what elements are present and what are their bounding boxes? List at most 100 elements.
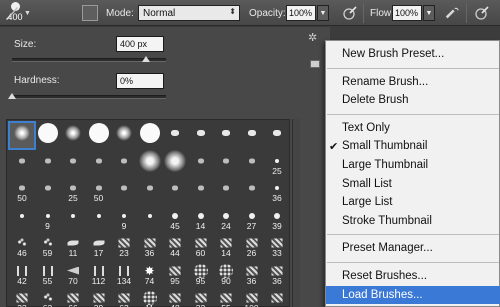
menu-item-new-brush-preset[interactable]: New Brush Preset...	[326, 45, 500, 63]
size-field[interactable]: 400 px	[116, 36, 164, 52]
brush-preset-tile[interactable]	[8, 121, 36, 150]
brush-preset-tile[interactable]: 9	[36, 206, 60, 231]
brush-preset-tile[interactable]: 46	[10, 233, 34, 258]
menu-item-large-list[interactable]: Large List	[326, 193, 500, 211]
brush-preset-tile[interactable]: 17	[87, 233, 111, 258]
brush-preset-tile[interactable]	[87, 206, 111, 231]
brush-preset-tile[interactable]: 66	[61, 288, 85, 307]
brush-preset-tile[interactable]	[138, 149, 162, 176]
brush-preset-tile[interactable]: 23	[112, 233, 136, 258]
brush-preset-tile[interactable]	[112, 123, 136, 148]
opacity-input[interactable]: 100%	[286, 5, 316, 21]
brush-preset-tile[interactable]: 55	[214, 288, 238, 307]
brush-preset-tile[interactable]	[61, 206, 85, 231]
brush-grid-scrollbar[interactable]	[292, 119, 300, 307]
pressure-size-icon[interactable]	[474, 0, 490, 26]
brush-preset-tile[interactable]: 45	[163, 206, 187, 231]
brush-preset-tile[interactable]	[214, 123, 238, 148]
mode-select[interactable]: Normal ⬍	[138, 5, 240, 21]
menu-item-small-list[interactable]: Small List	[326, 175, 500, 193]
brush-preset-tile[interactable]	[265, 288, 289, 307]
brush-preset-tile[interactable]: 36	[265, 178, 289, 203]
brush-preset-tile[interactable]: 26	[240, 233, 264, 258]
opacity-dropdown-button[interactable]: ▼	[317, 5, 329, 21]
brush-preset-tile[interactable]	[240, 151, 264, 176]
brush-preset-tile[interactable]	[112, 178, 136, 203]
brush-preset-tile[interactable]: 60	[189, 233, 213, 258]
brush-preset-tile[interactable]: 63	[112, 288, 136, 307]
gear-icon[interactable]: ✲	[308, 31, 317, 44]
brush-preset-tile[interactable]	[214, 151, 238, 176]
hardness-field[interactable]: 0%	[116, 73, 164, 89]
menu-item-large-thumbnail[interactable]: Large Thumbnail	[326, 156, 500, 174]
brush-preset-tile[interactable]: 24	[214, 206, 238, 231]
brush-preset-tile[interactable]: 39	[87, 288, 111, 307]
menu-item-small-thumbnail[interactable]: ✔ Small Thumbnail	[326, 137, 500, 155]
brush-preset-tile[interactable]: 55	[36, 261, 60, 286]
brush-preset-tile[interactable]	[138, 123, 162, 148]
brush-preset-tile[interactable]: 9	[112, 206, 136, 231]
flow-input[interactable]: 100%	[392, 5, 422, 21]
brush-preset-tile[interactable]: 100	[240, 288, 264, 307]
brush-preset-tile[interactable]: 27	[240, 206, 264, 231]
brush-preset-tile[interactable]: 36	[138, 233, 162, 258]
menu-item-reset-brushes[interactable]: Reset Brushes...	[326, 267, 500, 285]
brush-preset-tile[interactable]	[87, 123, 111, 148]
brush-preset-tile[interactable]	[36, 151, 60, 176]
menu-item-delete-brush[interactable]: Delete Brush	[326, 91, 500, 109]
brush-preset-tile[interactable]: 63	[36, 288, 60, 307]
brush-preset-tile[interactable]	[10, 206, 34, 231]
brush-preset-tile[interactable]	[189, 123, 213, 148]
tool-preset-chevron-down-icon[interactable]: ▼	[24, 0, 31, 26]
airbrush-icon[interactable]	[444, 0, 460, 26]
brush-preset-tile[interactable]: 112	[87, 261, 111, 286]
brush-preset-tile[interactable]	[10, 151, 34, 176]
brush-preset-tile[interactable]	[36, 123, 60, 148]
brush-preset-tile[interactable]	[189, 178, 213, 203]
size-slider-thumb[interactable]	[141, 56, 150, 62]
hardness-slider-thumb[interactable]	[8, 93, 16, 99]
brush-preset-tile[interactable]: 33	[10, 288, 34, 307]
brush-preset-tile[interactable]	[61, 123, 85, 148]
brush-preset-tile[interactable]: 36	[265, 261, 289, 286]
brush-preset-tile[interactable]	[163, 123, 187, 148]
brush-preset-tile[interactable]	[112, 151, 136, 176]
brush-preset-tile[interactable]	[61, 151, 85, 176]
brush-preset-tile[interactable]	[163, 178, 187, 203]
brush-preset-tile[interactable]: 25	[265, 151, 289, 176]
brush-preset-tile[interactable]	[36, 178, 60, 203]
brush-preset-tile[interactable]: 44	[163, 233, 187, 258]
brush-preset-tile[interactable]: 48	[163, 288, 187, 307]
brush-preset-tile[interactable]	[240, 123, 264, 148]
brush-preset-tile[interactable]: 70	[61, 261, 85, 286]
brush-preset-tile[interactable]: 90	[214, 261, 238, 286]
brush-preset-tile[interactable]: 50	[10, 178, 34, 203]
brush-preset-tile[interactable]: 14	[189, 206, 213, 231]
brush-preset-tile[interactable]	[189, 151, 213, 176]
flow-dropdown-button[interactable]: ▼	[423, 5, 435, 21]
menu-item-preset-manager[interactable]: Preset Manager...	[326, 239, 500, 257]
brush-preset-tile[interactable]	[265, 123, 289, 148]
brush-preset-tile[interactable]: ✸ 74	[138, 261, 162, 286]
brush-preset-tile[interactable]	[138, 178, 162, 203]
menu-item-stroke-thumbnail[interactable]: Stroke Thumbnail	[326, 212, 500, 230]
brush-preset-tile[interactable]: 11	[61, 233, 85, 258]
menu-item-load-brushes[interactable]: Load Brushes...	[326, 285, 500, 304]
brush-tool-icon[interactable]	[4, 0, 22, 26]
brush-preset-tile[interactable]: 36	[240, 261, 264, 286]
brush-preset-tile[interactable]	[163, 149, 187, 176]
brush-preset-tile[interactable]	[214, 178, 238, 203]
pressure-opacity-icon[interactable]	[342, 0, 358, 26]
brush-preset-tile[interactable]: 25	[61, 178, 85, 203]
brush-preset-tile[interactable]: 33	[265, 233, 289, 258]
brush-preset-tile[interactable]	[240, 178, 264, 203]
menu-item-text-only[interactable]: Text Only	[326, 119, 500, 137]
brush-preset-tile[interactable]: 95	[163, 261, 187, 286]
brush-preset-tile[interactable]: 50	[87, 178, 111, 203]
brush-preset-tile[interactable]: 95	[189, 261, 213, 286]
brush-preset-tile[interactable]: 32	[189, 288, 213, 307]
new-preset-icon[interactable]	[310, 60, 320, 68]
brush-preset-tile[interactable]	[138, 206, 162, 231]
brush-preset-tile[interactable]: 14	[214, 233, 238, 258]
hardness-slider-track[interactable]	[12, 95, 166, 99]
